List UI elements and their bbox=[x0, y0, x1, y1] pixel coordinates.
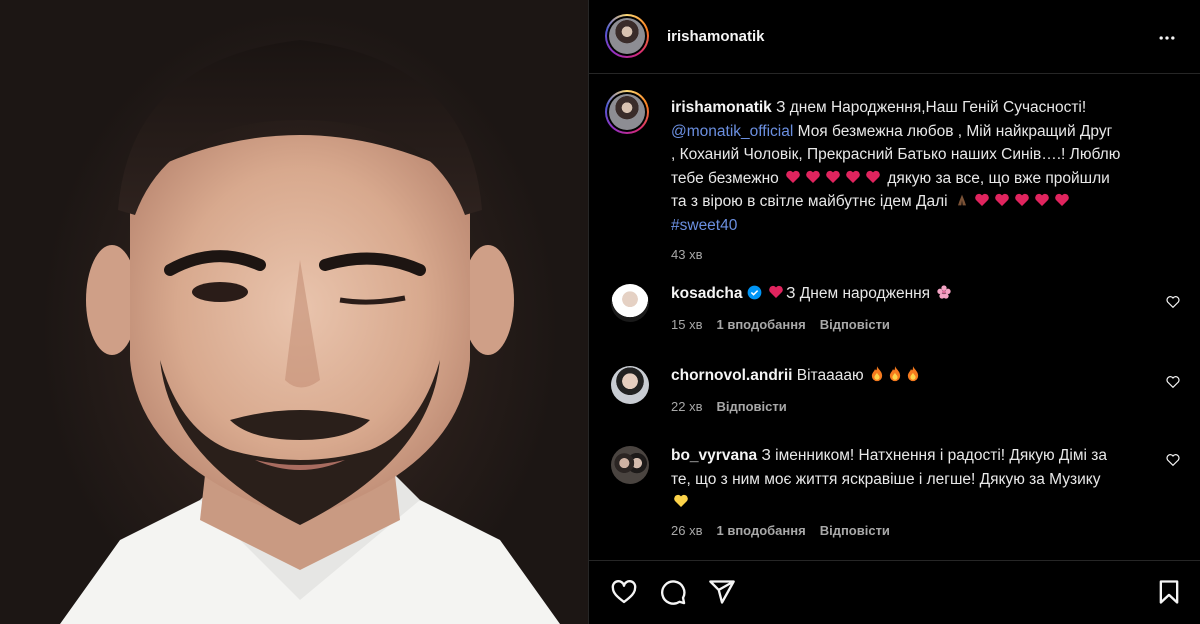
comment-timestamp[interactable]: 15 хв bbox=[671, 317, 702, 332]
caption-username[interactable]: irishamonatik bbox=[671, 99, 772, 116]
heart-emoji-icon bbox=[995, 193, 1009, 206]
fire-emoji-icon bbox=[889, 366, 901, 382]
caption-line-1: З днем Народження,Наш Геній Сучасності! bbox=[776, 99, 1087, 116]
heart-emoji-icon bbox=[866, 170, 880, 183]
reply-button[interactable]: Відповісти bbox=[716, 399, 786, 414]
commenter-avatar[interactable] bbox=[611, 284, 649, 322]
caption-line-4a: тебе безмежно bbox=[671, 169, 779, 187]
share-icon[interactable] bbox=[708, 578, 736, 606]
heart-emoji-icon bbox=[769, 285, 783, 298]
more-options-icon[interactable] bbox=[1157, 28, 1177, 48]
mention-link[interactable]: @monatik_official bbox=[671, 123, 793, 140]
commenter-username[interactable]: bo_vyrvana bbox=[671, 447, 757, 464]
comment-text-line-1: З іменником! Натхнення і радості! Дякую … bbox=[761, 447, 1107, 464]
hashtag-link[interactable]: #sweet40 bbox=[671, 217, 737, 234]
comment-likes-count[interactable]: 1 вподобання bbox=[716, 317, 805, 332]
comment-like-heart-icon[interactable] bbox=[1165, 452, 1181, 468]
comment-text-line-2: те, що з ним моє життя яскравіше і легше… bbox=[671, 470, 1101, 488]
author-username[interactable]: irishamonatik bbox=[667, 28, 765, 45]
heart-emoji-icon bbox=[786, 170, 800, 183]
commenter-username[interactable]: chornovol.andrii bbox=[671, 367, 792, 384]
comment-icon[interactable] bbox=[659, 578, 687, 606]
comment-likes-count[interactable]: 1 вподобання bbox=[716, 523, 805, 538]
post-action-bar bbox=[589, 560, 1200, 624]
heart-emoji-icon bbox=[1015, 193, 1029, 206]
heart-emoji-icon bbox=[1055, 193, 1069, 206]
comment-like-heart-icon[interactable] bbox=[1165, 294, 1181, 310]
post-timestamp[interactable]: 43 хв bbox=[671, 247, 702, 262]
reply-button[interactable]: Відповісти bbox=[820, 523, 890, 538]
comment-timestamp[interactable]: 22 хв bbox=[671, 399, 702, 414]
comment-like-heart-icon[interactable] bbox=[1165, 374, 1181, 390]
praying-hands-emoji-icon bbox=[957, 194, 966, 206]
bookmark-icon[interactable] bbox=[1155, 578, 1183, 606]
comment-text: З Днем народження bbox=[786, 285, 931, 302]
fire-emoji-icon bbox=[907, 366, 919, 382]
heart-emoji-icon bbox=[806, 170, 820, 183]
commenter-avatar[interactable] bbox=[611, 366, 649, 404]
heart-emoji-icon bbox=[975, 193, 989, 206]
comment-text: Вітааааю bbox=[796, 367, 864, 384]
caption-line-2: Моя безмежна любов , Мій найкращий Друг bbox=[793, 122, 1113, 140]
commenter-username[interactable]: kosadcha bbox=[671, 285, 743, 302]
heart-emoji-icon bbox=[1035, 193, 1049, 206]
author-avatar[interactable] bbox=[605, 14, 649, 58]
reply-button[interactable]: Відповісти bbox=[820, 317, 890, 332]
heart-icon[interactable] bbox=[610, 578, 638, 606]
fire-emoji-icon bbox=[871, 366, 883, 382]
verified-badge-icon bbox=[747, 285, 762, 300]
cherry-blossom-emoji-icon bbox=[937, 285, 952, 299]
post-photo bbox=[0, 0, 588, 624]
caption-author-avatar[interactable] bbox=[605, 90, 649, 134]
hearts-emoji-group bbox=[783, 170, 887, 187]
post-detail-panel: irishamonatik irishamonatik З днем Народ… bbox=[588, 0, 1200, 624]
heart-emoji-icon bbox=[846, 170, 860, 183]
commenter-avatar[interactable] bbox=[611, 446, 649, 484]
post-header: irishamonatik bbox=[589, 0, 1200, 74]
heart-emoji-icon bbox=[826, 170, 840, 183]
yellow-heart-emoji-icon bbox=[674, 494, 688, 507]
caption-line-3: , Коханий Чоловік, Прекрасний Батько наш… bbox=[671, 146, 1121, 163]
caption-line-5: та з вірою в світле майбутнє ідем Далі bbox=[671, 193, 948, 210]
portrait-illustration bbox=[60, 40, 560, 624]
comment-timestamp[interactable]: 26 хв bbox=[671, 523, 702, 538]
caption-line-4b: дякую за все, що вже пройшли bbox=[887, 169, 1110, 187]
